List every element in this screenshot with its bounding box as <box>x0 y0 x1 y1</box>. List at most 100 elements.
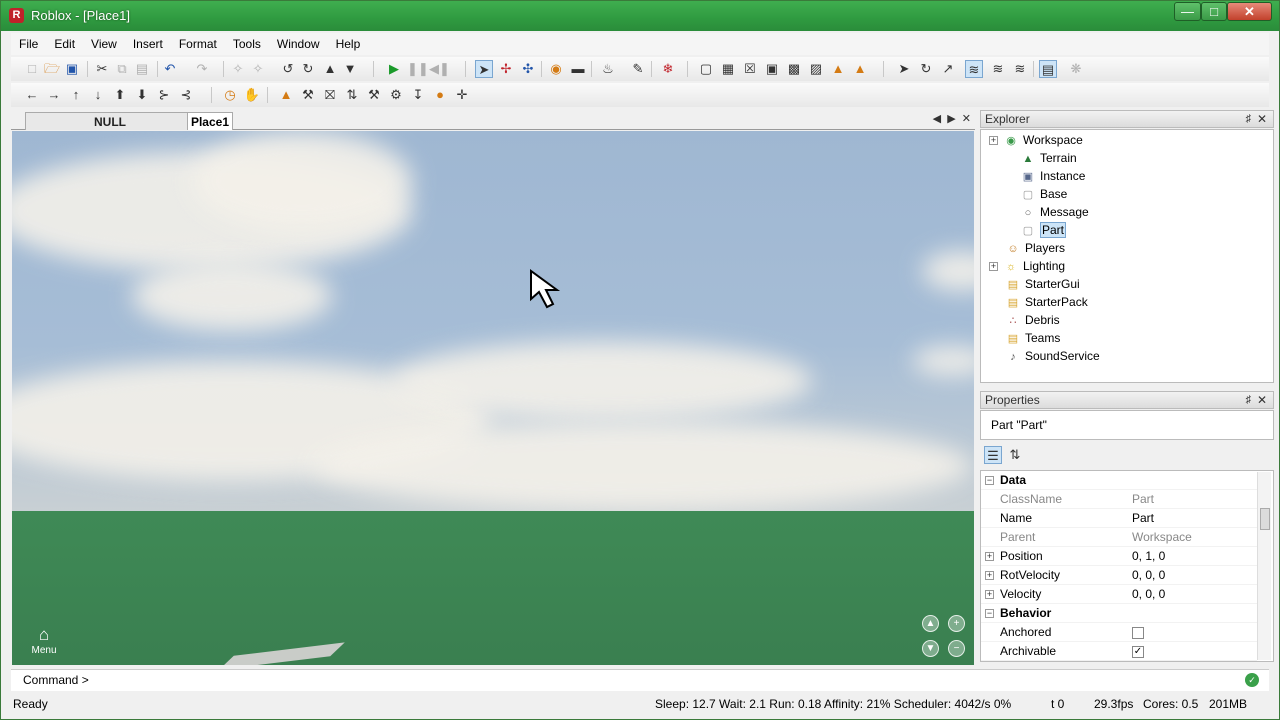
play-icon[interactable]: ▶ <box>385 60 403 78</box>
expand-icon[interactable]: + <box>985 571 994 580</box>
property-checkbox[interactable] <box>1132 627 1144 639</box>
zoom-out-icon[interactable]: ⊰ <box>177 86 195 104</box>
resize-tool-icon[interactable]: ✣ <box>519 60 537 78</box>
surface-motor-icon[interactable]: ▲ <box>851 60 869 78</box>
pan-up-icon[interactable]: ↑ <box>67 86 85 104</box>
tree-item-teams[interactable]: ▤Teams <box>989 329 1060 347</box>
hammer-icon[interactable]: ⚒ <box>299 86 317 104</box>
save-icon[interactable]: ▣ <box>63 60 81 78</box>
paste-icon[interactable]: ▤ <box>133 60 151 78</box>
property-row[interactable]: +Position0, 1, 0 <box>981 547 1257 566</box>
property-value[interactable]: 0, 1, 0 <box>1132 547 1165 566</box>
close-icon[interactable]: ✕ <box>1257 392 1267 408</box>
cut-icon[interactable]: ✂ <box>93 60 111 78</box>
open-folder-icon[interactable]: 🗁 <box>43 60 61 78</box>
ball-icon[interactable]: ● <box>431 86 449 104</box>
menu-tools[interactable]: Tools <box>225 33 269 55</box>
collapse-icon[interactable]: − <box>985 609 994 618</box>
anchor-icon[interactable]: ▬ <box>569 60 587 78</box>
pause-icon[interactable]: ❚❚ <box>407 60 425 78</box>
expand-icon[interactable]: + <box>985 552 994 561</box>
sort-icon[interactable]: ⇅ <box>343 86 361 104</box>
redo-icon[interactable]: ↷ <box>193 60 211 78</box>
surface-weld-icon[interactable]: ☒ <box>741 60 759 78</box>
tree-item-startergui[interactable]: ▤StarterGui <box>989 275 1080 293</box>
game-viewport[interactable]: ⌂ Menu ▲ + ▼ − <box>12 131 974 665</box>
property-checkbox[interactable]: ✓ <box>1132 646 1144 658</box>
tab-scroll-left-icon[interactable]: ◀ <box>933 113 941 125</box>
minimize-button[interactable]: — <box>1174 2 1201 21</box>
script-icon[interactable]: ▤ <box>1039 60 1057 78</box>
camera-tilt-down-icon[interactable]: ▼ <box>922 640 939 657</box>
weld-icon[interactable]: ⚙ <box>387 86 405 104</box>
scale-tool-icon[interactable]: ↗ <box>939 60 957 78</box>
tab-place1[interactable]: Place1 <box>187 112 233 130</box>
game-menu-button[interactable]: ⌂ Menu <box>30 625 58 656</box>
expand-icon[interactable]: + <box>985 590 994 599</box>
camera-zoom-out-icon[interactable]: − <box>948 640 965 657</box>
surface-hinge-icon[interactable]: ▲ <box>829 60 847 78</box>
rotate-right-icon[interactable]: ↻ <box>299 60 317 78</box>
zoom-in-icon[interactable]: ⊱ <box>155 86 173 104</box>
snap-icon[interactable]: ≋ <box>1011 60 1029 78</box>
expand-icon[interactable]: + <box>989 136 998 145</box>
tab-close-icon[interactable]: ✕ <box>962 113 971 125</box>
hand-icon[interactable]: ✋ <box>243 86 261 104</box>
group-icon[interactable]: ✧ <box>229 60 247 78</box>
tree-item-players[interactable]: ☺Players <box>989 239 1065 257</box>
terrain-tool-icon[interactable]: ▲ <box>277 86 295 104</box>
dropper-icon[interactable]: ✎ <box>629 60 647 78</box>
camera-zoom-in-icon[interactable]: + <box>948 615 965 632</box>
pan-left-icon[interactable]: ← <box>23 86 41 104</box>
property-value[interactable]: 0, 0, 0 <box>1132 566 1165 585</box>
copy-icon[interactable]: ⧉ <box>113 60 131 78</box>
move-tool-icon[interactable]: ✢ <box>497 60 515 78</box>
close-button[interactable]: ✕ <box>1227 2 1272 21</box>
arrow-select-icon[interactable]: ➤ <box>895 60 913 78</box>
tilt-up-icon[interactable]: ⬆ <box>111 86 129 104</box>
tree-item-terrain[interactable]: ▲Terrain <box>1021 149 1077 167</box>
pin-icon[interactable]: ♯ <box>1246 392 1252 408</box>
tree-item-message[interactable]: ○Message <box>1021 203 1089 221</box>
lock-icon[interactable]: ◉ <box>547 60 565 78</box>
tree-item-instance[interactable]: ▣Instance <box>1021 167 1085 185</box>
command-bar[interactable]: Command > ✓ <box>11 669 1269 691</box>
property-value[interactable]: Part <box>1132 509 1154 528</box>
move-up-icon[interactable]: ▲ <box>321 60 339 78</box>
property-row[interactable]: Anchored <box>981 623 1257 642</box>
clock-icon[interactable]: ◷ <box>221 86 239 104</box>
undo-icon[interactable]: ↶ <box>161 60 179 78</box>
tree-item-part[interactable]: ▢Part <box>1021 221 1066 239</box>
surface-smooth-icon[interactable]: ▢ <box>697 60 715 78</box>
property-row[interactable]: NamePart <box>981 509 1257 528</box>
surface-universal-icon[interactable]: ▨ <box>807 60 825 78</box>
property-row[interactable]: +RotVelocity0, 0, 0 <box>981 566 1257 585</box>
tab-scroll-right-icon[interactable]: ▶ <box>947 113 955 125</box>
stamp-icon[interactable]: ↧ <box>409 86 427 104</box>
menu-view[interactable]: View <box>83 33 125 55</box>
menu-insert[interactable]: Insert <box>125 33 171 55</box>
tree-item-workspace[interactable]: +◉Workspace <box>989 131 1083 149</box>
wrench-icon[interactable]: ⚒ <box>365 86 383 104</box>
pan-down-icon[interactable]: ↓ <box>89 86 107 104</box>
property-value[interactable]: 0, 0, 0 <box>1132 585 1165 604</box>
move-down-icon[interactable]: ▼ <box>341 60 359 78</box>
menu-file[interactable]: File <box>11 33 46 55</box>
camera-tilt-up-icon[interactable]: ▲ <box>922 615 939 632</box>
surface-glue-icon[interactable]: ▦ <box>719 60 737 78</box>
property-row[interactable]: +Velocity0, 0, 0 <box>981 585 1257 604</box>
pan-right-icon[interactable]: → <box>45 86 63 104</box>
tree-item-base[interactable]: ▢Base <box>1021 185 1067 203</box>
tree-item-soundservice[interactable]: ♪SoundService <box>989 347 1100 365</box>
tree-item-lighting[interactable]: +☼Lighting <box>989 257 1065 275</box>
material-icon[interactable]: ❄ <box>659 60 677 78</box>
delete-icon[interactable]: ⛝ <box>321 86 339 104</box>
tilt-down-icon[interactable]: ⬇ <box>133 86 151 104</box>
surface-inlet-icon[interactable]: ▩ <box>785 60 803 78</box>
new-file-icon[interactable]: □ <box>23 60 41 78</box>
maximize-button[interactable]: □ <box>1201 2 1227 21</box>
paint-bucket-icon[interactable]: ♨ <box>599 60 617 78</box>
scrollbar-thumb[interactable] <box>1260 508 1270 530</box>
plugins-icon[interactable]: ❋ <box>1067 60 1085 78</box>
close-icon[interactable]: ✕ <box>1257 111 1267 127</box>
